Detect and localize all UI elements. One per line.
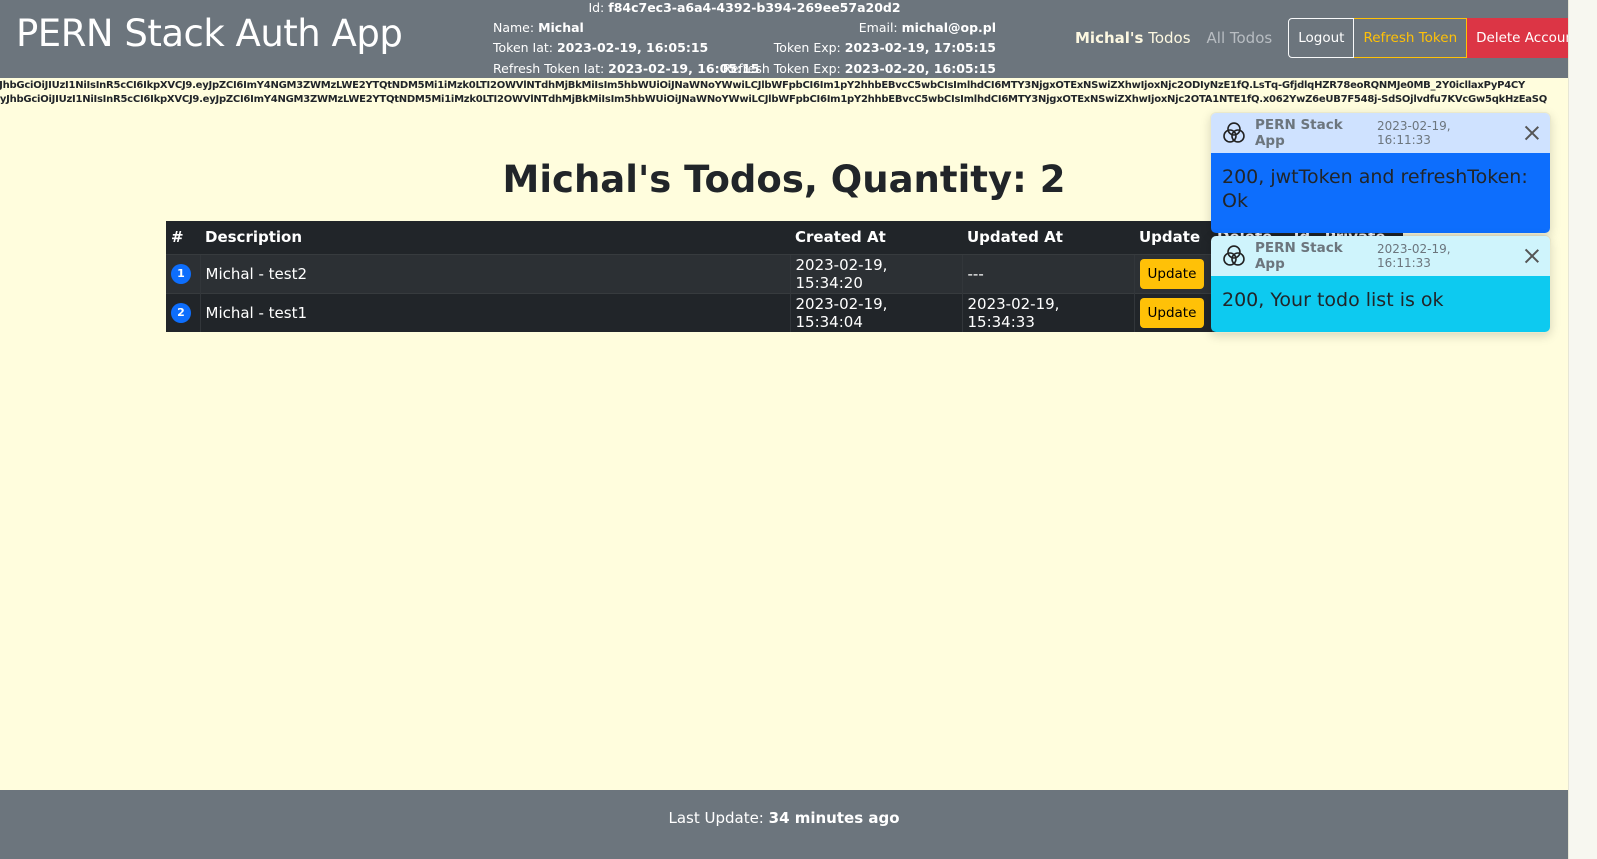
toast-time: 2023-02-19, 16:11:33 bbox=[1377, 119, 1451, 147]
jwt-token-value: eyJhbGciOiJIUzI1NiIsInR5cCI6IkpXVCJ9.eyJ… bbox=[0, 80, 1525, 91]
jwt-token-line: JWT Token: eyJhbGciOiJIUzI1NiIsInR5cCI6I… bbox=[0, 80, 1525, 91]
jwt-refresh-token-value: eyJhbGciOiJIUzI1NiIsInR5cCI6IkpXVCJ9.eyJ… bbox=[0, 94, 1547, 105]
nav-actions: Michal's Todos All Todos Logout Refresh … bbox=[1075, 18, 1589, 58]
toast-app-name: PERN Stack App bbox=[1254, 117, 1343, 149]
header-description: Description bbox=[205, 228, 303, 247]
header-created-at: Created At bbox=[795, 228, 886, 247]
toast-time: 2023-02-19, 16:11:33 bbox=[1377, 242, 1451, 270]
row-number-badge: 1 bbox=[171, 264, 191, 284]
nav-my-todos[interactable]: Michal's Todos bbox=[1075, 29, 1191, 47]
update-button[interactable]: Update bbox=[1139, 297, 1205, 328]
page: PERN Stack Auth App Id: f84c7ec3-a6a4-43… bbox=[0, 0, 1589, 859]
todo-created-at: 2023-02-19, 15:34:04 bbox=[789, 292, 962, 332]
token-exp: Token Exp: 2023-02-19, 17:05:15 bbox=[773, 40, 996, 55]
jwt-refresh-token-line: JWT Refresh Token: eyJhbGciOiJIUzI1NiIsI… bbox=[0, 94, 1547, 105]
toast-app-name: PERN Stack App bbox=[1254, 240, 1343, 272]
last-update-value: 34 minutes ago bbox=[768, 809, 900, 827]
footer: Last Update: 34 minutes ago bbox=[0, 790, 1568, 859]
toast-header: PERN Stack App 2023-02-19, 16:11:33 bbox=[1211, 236, 1550, 276]
user-id-row: Id: f84c7ec3-a6a4-4392-b394-269ee57a20d2 bbox=[588, 0, 901, 15]
header-updated-at: Updated At bbox=[967, 228, 1063, 247]
user-name: Name: Michal bbox=[493, 20, 584, 35]
close-icon[interactable] bbox=[1524, 248, 1540, 264]
header-update: Update bbox=[1139, 228, 1201, 247]
todo-updated-at: --- bbox=[961, 253, 1134, 293]
app-logo-icon bbox=[1223, 245, 1245, 266]
toast-message: 200, jwtToken and refreshToken: Ok bbox=[1211, 153, 1550, 233]
toast-notification: PERN Stack App 2023-02-19, 16:11:33 200,… bbox=[1210, 112, 1551, 234]
scrollbar-track[interactable] bbox=[1568, 0, 1597, 859]
refresh-token-button[interactable]: Refresh Token bbox=[1354, 18, 1468, 58]
header-num: # bbox=[171, 228, 184, 247]
user-id: f84c7ec3-a6a4-4392-b394-269ee57a20d2 bbox=[608, 0, 901, 15]
nav-all-todos[interactable]: All Todos bbox=[1207, 29, 1273, 47]
token-iat: Token Iat: 2023-02-19, 16:05:15 bbox=[493, 40, 709, 55]
toast-header: PERN Stack App 2023-02-19, 16:11:33 bbox=[1211, 113, 1550, 153]
user-email: Email: michal@op.pl bbox=[858, 20, 996, 35]
todo-created-at: 2023-02-19, 15:34:20 bbox=[789, 253, 962, 293]
todo-updated-at: 2023-02-19, 15:34:33 bbox=[961, 292, 1134, 332]
logout-button[interactable]: Logout bbox=[1288, 18, 1355, 58]
toast-message: 200, Your todo list is ok bbox=[1211, 276, 1550, 332]
toast-notification: PERN Stack App 2023-02-19, 16:11:33 200,… bbox=[1210, 235, 1551, 333]
brand-title[interactable]: PERN Stack Auth App bbox=[16, 12, 403, 55]
refresh-token-iat: Refresh Token Iat: 2023-02-19, 16:05:15 bbox=[493, 61, 760, 76]
close-icon[interactable] bbox=[1524, 125, 1540, 141]
update-button[interactable]: Update bbox=[1139, 258, 1205, 289]
row-number-badge: 2 bbox=[171, 303, 191, 324]
app-logo-icon bbox=[1223, 122, 1245, 143]
todo-description: Michal - test1 bbox=[199, 292, 790, 332]
todo-description: Michal - test2 bbox=[199, 253, 790, 293]
refresh-token-exp: Refresh Token Exp: 2023-02-20, 16:05:15 bbox=[722, 61, 996, 76]
navbar: PERN Stack Auth App Id: f84c7ec3-a6a4-43… bbox=[0, 0, 1589, 78]
